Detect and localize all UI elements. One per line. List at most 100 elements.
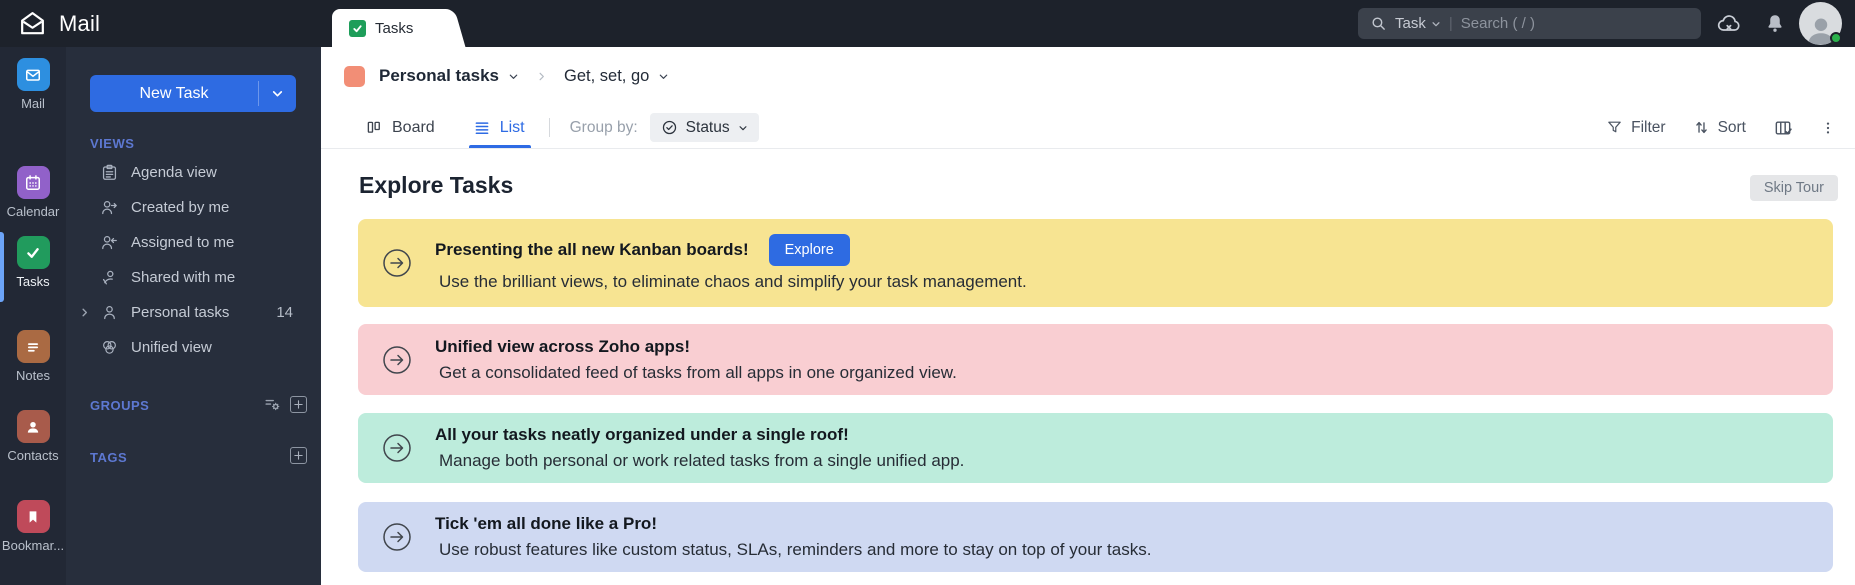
sidebar-item-label: Created by me — [131, 199, 230, 216]
search-input[interactable] — [1460, 15, 1689, 32]
sidebar-item-personal-tasks[interactable]: Personal tasks 14 — [66, 295, 321, 330]
breadcrumb-folder[interactable]: Personal tasks — [379, 66, 499, 86]
banner-description: Get a consolidated feed of tasks from al… — [439, 362, 957, 382]
banner-title: All your tasks neatly organized under a … — [435, 425, 849, 444]
tab-list[interactable]: List — [468, 107, 531, 148]
arrow-right-circle-icon[interactable] — [382, 248, 412, 278]
banner-title: Tick 'em all done like a Pro! — [435, 514, 657, 533]
chevron-down-icon — [739, 125, 747, 130]
rail-item-mail[interactable]: Mail — [0, 58, 66, 111]
app-rail: Mail Calendar Tasks Notes Contacts Bookm… — [0, 47, 66, 585]
sidebar-item-assigned-to-me[interactable]: Assigned to me — [66, 225, 321, 260]
chevron-down-icon[interactable] — [508, 71, 519, 82]
mail-logo-icon — [17, 8, 48, 39]
new-task-label: New Task — [139, 84, 209, 102]
tab-tasks-label: Tasks — [375, 19, 414, 37]
rail-label: Calendar — [6, 204, 60, 219]
filter-button[interactable]: Filter — [1606, 118, 1666, 137]
search-scope-label: Task — [1395, 15, 1426, 32]
new-task-button[interactable]: New Task — [90, 75, 296, 112]
sidebar-item-label: Assigned to me — [131, 234, 235, 251]
explore-button[interactable]: Explore — [768, 234, 850, 266]
chevron-right-icon — [536, 71, 547, 82]
tab-tasks[interactable]: Tasks — [332, 9, 444, 47]
rail-item-bookmarks[interactable]: Bookmar... — [0, 500, 66, 553]
columns-check-icon — [1775, 120, 1792, 135]
tour-banner-unified-view: Unified view across Zoho apps! Get a con… — [358, 324, 1833, 395]
group-by-status-dropdown[interactable]: Status — [649, 113, 759, 142]
banner-title: Unified view across Zoho apps! — [435, 336, 691, 356]
search-icon — [1370, 15, 1387, 32]
sidebar-item-label: Unified view — [131, 339, 212, 356]
breadcrumb-list-name[interactable]: Get, set, go — [564, 67, 649, 86]
arrow-right-circle-icon[interactable] — [382, 433, 412, 463]
manage-groups-icon[interactable] — [263, 395, 282, 414]
tab-board-label: Board — [392, 118, 435, 136]
sidebar-item-unified-view[interactable]: Unified view — [66, 330, 321, 365]
tasks-icon — [16, 236, 50, 269]
rail-item-calendar[interactable]: Calendar — [0, 166, 66, 219]
filter-label: Filter — [1631, 118, 1666, 136]
sidebar-item-created-by-me[interactable]: Created by me — [66, 190, 321, 225]
tab-board[interactable]: Board — [365, 107, 435, 148]
cloud-offline-icon[interactable] — [1716, 12, 1742, 36]
arrow-right-circle-icon[interactable] — [382, 345, 412, 375]
sort-label: Sort — [1717, 118, 1746, 136]
add-tag-button[interactable] — [290, 447, 307, 464]
sidebar-item-shared-with-me[interactable]: Shared with me — [66, 260, 321, 295]
rail-item-tasks[interactable]: Tasks — [0, 236, 66, 289]
sort-button[interactable]: Sort — [1693, 119, 1746, 137]
folder-color-swatch — [344, 65, 365, 87]
notifications-bell-icon[interactable] — [1764, 12, 1786, 35]
new-task-dropdown[interactable] — [259, 75, 296, 112]
online-status-dot — [1830, 32, 1842, 44]
app-logo: Mail — [17, 8, 100, 39]
explore-tour-panel: Explore Tasks Skip Tour Presenting the a… — [321, 150, 1855, 585]
calendar-icon — [16, 166, 50, 199]
sidebar-item-agenda-view[interactable]: Agenda view — [66, 155, 321, 190]
contacts-icon — [16, 410, 50, 443]
group-by-status-value: Status — [685, 118, 730, 136]
views-section-title: VIEWS — [90, 136, 135, 151]
sidebar-item-label: Shared with me — [131, 269, 236, 286]
search-scope-dropdown[interactable]: Task — [1395, 15, 1441, 32]
groups-section-title: GROUPS — [90, 398, 150, 413]
more-options-kebab-icon[interactable] — [1820, 120, 1836, 136]
rail-label: Notes — [16, 368, 50, 383]
person-share-icon — [100, 268, 119, 287]
filter-funnel-icon — [1608, 121, 1621, 133]
sidebar-item-label: Agenda view — [131, 164, 217, 181]
search-divider: | — [1448, 15, 1453, 32]
user-avatar[interactable] — [1799, 2, 1842, 45]
unified-view-icon — [100, 338, 119, 357]
breadcrumb: Personal tasks Get, set, go — [344, 62, 669, 90]
banner-description: Use robust features like custom status, … — [439, 540, 1152, 559]
rail-label: Tasks — [16, 274, 50, 289]
mail-icon — [16, 58, 50, 91]
personal-tasks-count: 14 — [276, 304, 293, 321]
skip-tour-button[interactable]: Skip Tour — [1749, 175, 1838, 201]
banner-description: Manage both personal or work related tas… — [439, 451, 965, 470]
tags-section-title: TAGS — [90, 450, 128, 465]
kanban-icon — [367, 121, 380, 133]
sidebar-item-label: Personal tasks — [131, 304, 230, 321]
rail-item-notes[interactable]: Notes — [0, 330, 66, 383]
arrow-right-circle-icon[interactable] — [382, 522, 412, 552]
chevron-down-icon — [1432, 21, 1440, 26]
app-name: Mail — [59, 10, 101, 36]
group-by-label: Group by: — [569, 118, 638, 136]
rail-label: Bookmar... — [1, 538, 65, 553]
chevron-down-icon[interactable] — [658, 71, 669, 82]
rail-item-contacts[interactable]: Contacts — [0, 410, 66, 463]
tab-list-label: List — [499, 118, 525, 136]
search-bar[interactable]: Task | — [1358, 8, 1701, 39]
topbar: Mail Tasks Task | — [0, 0, 1855, 47]
add-group-button[interactable] — [290, 396, 307, 413]
agenda-icon — [100, 163, 119, 182]
tasks-check-icon — [349, 19, 366, 37]
tour-banner-single-roof: All your tasks neatly organized under a … — [358, 413, 1833, 483]
column-settings-button[interactable] — [1773, 118, 1793, 138]
plus-icon — [294, 400, 303, 409]
chevron-right-icon[interactable] — [79, 307, 90, 318]
tour-banner-kanban: Presenting the all new Kanban boards! Ex… — [358, 219, 1833, 307]
